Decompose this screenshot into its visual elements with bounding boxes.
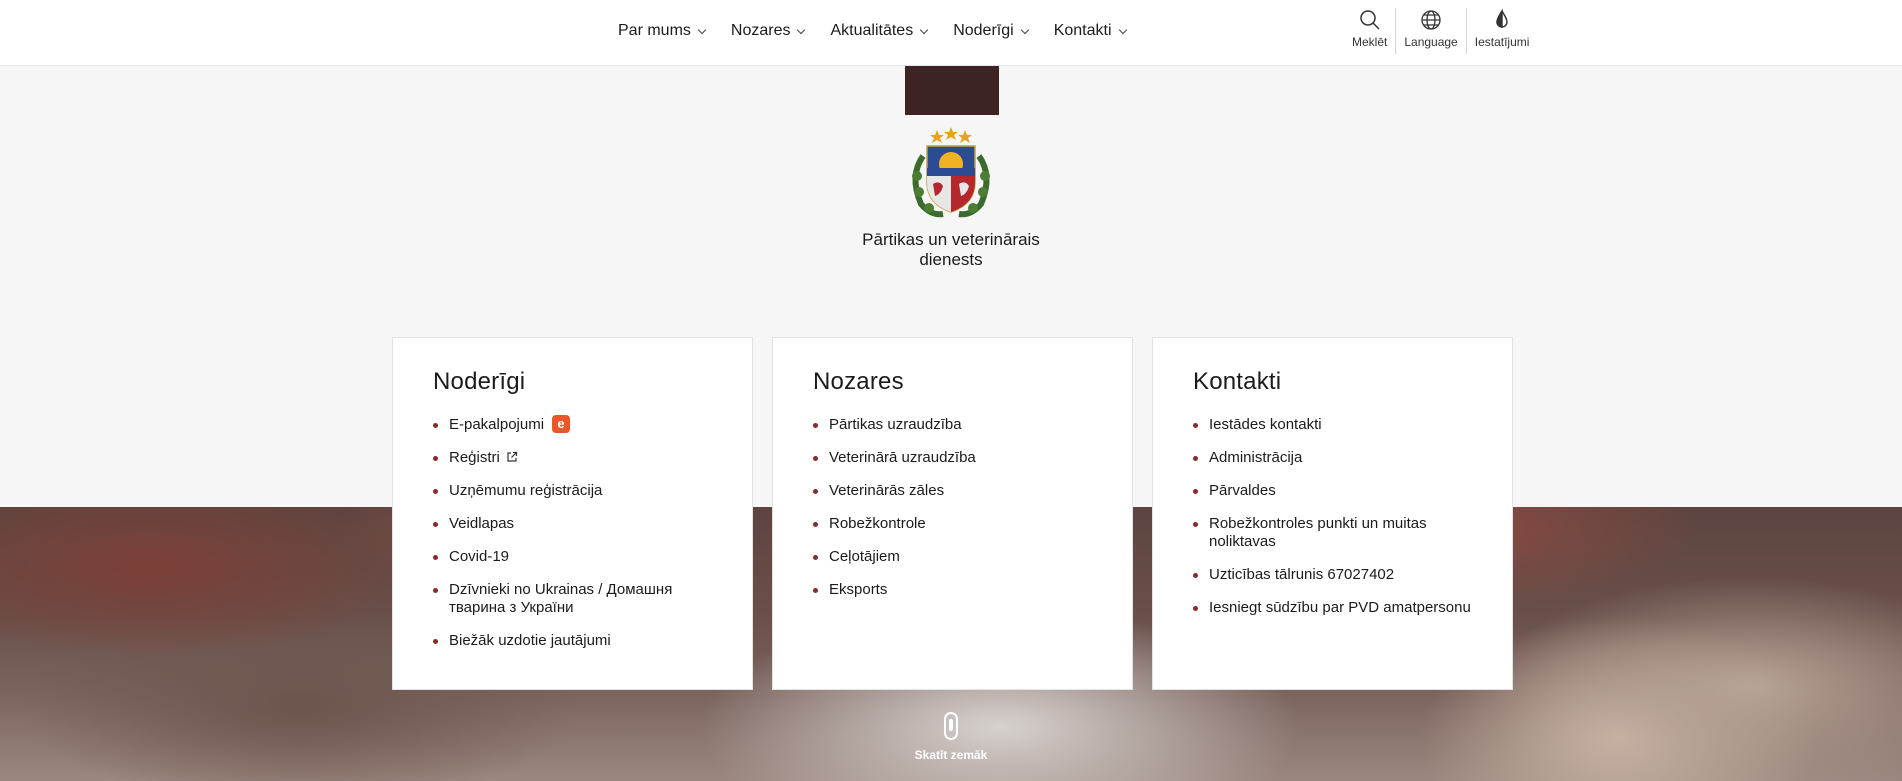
hero-color-block	[905, 66, 999, 115]
search-icon	[1359, 10, 1380, 30]
link-label: E-pakalpojumi	[449, 416, 545, 433]
list-item[interactable]: Iestādes kontakti	[1193, 416, 1472, 434]
chevron-down-icon	[697, 25, 707, 34]
external-link-icon	[507, 451, 517, 462]
nav-kontakti[interactable]: Kontakti	[1053, 22, 1127, 40]
settings-button[interactable]: Iestatījumi	[1465, 8, 1538, 54]
language-label: Language	[1404, 35, 1458, 49]
chevron-down-icon	[919, 25, 929, 34]
list-item[interactable]: Covid-19	[433, 548, 712, 566]
chevron-down-icon	[1020, 25, 1029, 34]
list-item[interactable]: Veterinārās zāles	[813, 482, 1092, 500]
settings-label: Iestatījumi	[1474, 35, 1530, 49]
list-item[interactable]: Uzņēmumu reģistrācija	[433, 482, 712, 500]
mouse-scroll-icon	[944, 712, 958, 740]
e-services-icon: e	[552, 414, 571, 433]
scroll-down-hint[interactable]: Skatīt zemāk	[900, 712, 1002, 762]
chevron-down-icon	[1118, 25, 1127, 34]
organization-name[interactable]: Pārtikas un veterinārais dienests	[851, 230, 1051, 270]
header-tools: Meklēt Language Iestatījumi	[1344, 8, 1537, 54]
chevron-down-icon	[797, 25, 806, 34]
main-nav: Par mums Nozares Aktualitātes Noderīgi K…	[618, 0, 1152, 62]
list-item[interactable]: Robežkontrole	[813, 515, 1092, 533]
drop-icon	[1496, 8, 1508, 28]
link-list: Pārtikas uzraudzība Veterinārā uzraudzīb…	[813, 416, 1092, 599]
list-item[interactable]: Ceļotājiem	[813, 548, 1092, 566]
list-item[interactable]: Robežkontroles punkti un muitas noliktav…	[1193, 515, 1472, 551]
list-item[interactable]: Dzīvnieki no Ukrainas / Домашня тварина …	[433, 581, 712, 617]
list-item[interactable]: Pārvaldes	[1193, 482, 1472, 500]
list-item[interactable]: Iesniegt sūdzību par PVD amatpersonu	[1193, 599, 1472, 617]
top-bar: Par mums Nozares Aktualitātes Noderīgi K…	[0, 0, 1902, 66]
link-list: E-pakalpojumi e Reģistri Uzņēmumu reģistr…	[433, 414, 712, 650]
coat-of-arms-logo[interactable]	[903, 126, 999, 222]
nav-label: Aktualitātes	[830, 22, 914, 39]
link-label: Reģistri	[449, 449, 500, 466]
nav-label: Par mums	[618, 22, 691, 39]
card-kontakti: Kontakti Iestādes kontakti Administrācij…	[1152, 337, 1513, 690]
card-title: Nozares	[813, 368, 904, 395]
list-item[interactable]: Administrācija	[1193, 449, 1472, 467]
nav-label: Nozares	[730, 22, 791, 39]
nav-label: Kontakti	[1053, 22, 1112, 39]
card-title: Kontakti	[1193, 368, 1282, 395]
list-item[interactable]: Uzticības tālrunis 67027402	[1193, 566, 1472, 584]
language-button[interactable]: Language	[1395, 8, 1465, 54]
card-nozares: Nozares Pārtikas uzraudzība Veterinārā u…	[772, 337, 1133, 690]
nav-par-mums[interactable]: Par mums	[618, 22, 707, 40]
card-title: Noderīgi	[433, 368, 526, 395]
nav-nozares[interactable]: Nozares	[730, 22, 806, 40]
list-item[interactable]: Eksports	[813, 581, 1092, 599]
list-item[interactable]: Veidlapas	[433, 515, 712, 533]
list-item-registri[interactable]: Reģistri	[433, 449, 712, 467]
globe-icon	[1421, 10, 1441, 30]
list-item[interactable]: Biežāk uzdotie jautājumi	[433, 632, 712, 650]
card-noderigi: Noderīgi E-pakalpojumi e Reģistri Uzņēmum…	[392, 337, 753, 690]
nav-aktualitates[interactable]: Aktualitātes	[830, 22, 929, 40]
list-item-e-pakalpojumi[interactable]: E-pakalpojumi e	[433, 414, 712, 434]
search-button[interactable]: Meklēt	[1344, 8, 1395, 54]
list-item[interactable]: Veterinārā uzraudzība	[813, 449, 1092, 467]
link-list: Iestādes kontakti Administrācija Pārvald…	[1193, 416, 1472, 617]
list-item[interactable]: Pārtikas uzraudzība	[813, 416, 1092, 434]
scroll-hint-label: Skatīt zemāk	[914, 748, 988, 762]
search-label: Meklēt	[1352, 35, 1388, 49]
nav-label: Noderīgi	[953, 22, 1014, 39]
nav-noderigi[interactable]: Noderīgi	[953, 22, 1029, 40]
